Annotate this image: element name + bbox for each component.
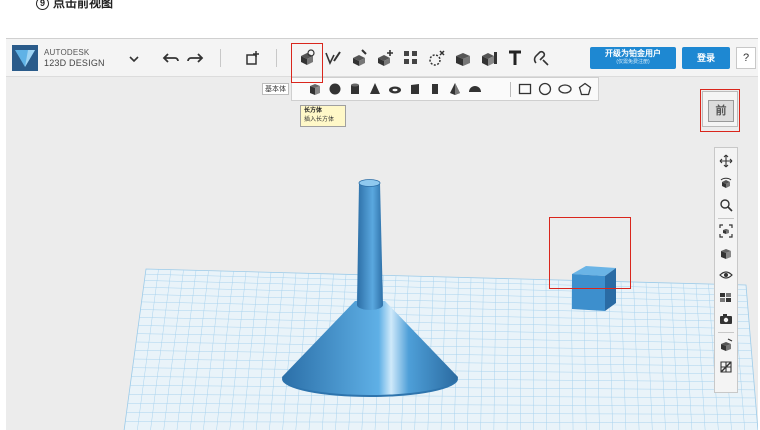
- orbit-icon[interactable]: [719, 176, 733, 190]
- view-cube-front-face[interactable]: 前: [708, 100, 734, 122]
- camera-icon[interactable]: [719, 312, 733, 326]
- toolbar-separator: [220, 49, 221, 67]
- primitives-icon[interactable]: [298, 49, 316, 67]
- main-toolbar: AUTODESK 123D DESIGN 开级为铂金用户 (仅需免费注册) 登录…: [6, 39, 758, 77]
- sketch-icon[interactable]: [324, 49, 342, 67]
- nav-separator: [718, 332, 734, 333]
- app-menu-chevron-icon[interactable]: [128, 53, 140, 65]
- grouping-icon[interactable]: [428, 49, 446, 67]
- help-button[interactable]: ?: [736, 47, 756, 69]
- fit-icon[interactable]: [719, 224, 733, 238]
- materials-icon[interactable]: [719, 290, 733, 304]
- redo-icon[interactable]: [186, 49, 204, 67]
- pattern-icon[interactable]: [402, 49, 420, 67]
- snap-icon[interactable]: [532, 49, 550, 67]
- brand-product: 123D DESIGN: [44, 58, 105, 68]
- snap-grid-icon[interactable]: [719, 338, 733, 352]
- app-brand: AUTODESK 123D DESIGN: [44, 48, 105, 68]
- step-caption: 9 点击前视图: [36, 0, 114, 11]
- login-button[interactable]: 登录: [682, 47, 730, 69]
- upgrade-label: 开级为铂金用户: [605, 49, 661, 58]
- combine-icon[interactable]: [454, 49, 472, 67]
- nav-separator: [718, 218, 734, 219]
- add-sketch-icon[interactable]: [244, 49, 262, 67]
- design-viewport[interactable]: [6, 79, 758, 430]
- brand-company: AUTODESK: [44, 48, 90, 57]
- toolbar-separator: [276, 49, 277, 67]
- view-cube[interactable]: 前: [702, 91, 738, 127]
- home-view-icon[interactable]: [719, 246, 733, 260]
- screenshot: 9 点击前视图 AUTODESK 123D DESIGN 开级为铂金用户 (仅需…: [0, 0, 760, 430]
- text-icon[interactable]: [506, 49, 524, 67]
- undo-icon[interactable]: [162, 49, 180, 67]
- step-text: 点击前视图: [53, 0, 114, 10]
- visibility-eye-icon[interactable]: [719, 268, 733, 282]
- upgrade-button[interactable]: 开级为铂金用户 (仅需免费注册): [590, 47, 676, 69]
- app-window: AUTODESK 123D DESIGN 开级为铂金用户 (仅需免费注册) 登录…: [6, 38, 758, 430]
- measure-icon[interactable]: [480, 49, 498, 67]
- autodesk-logo-icon: [12, 45, 38, 71]
- construct-icon[interactable]: [350, 49, 368, 67]
- navigation-bar: [714, 147, 738, 393]
- upgrade-sublabel: (仅需免费注册): [616, 59, 650, 65]
- workspace-grid: [123, 268, 758, 430]
- step-number: 9: [36, 0, 49, 11]
- modify-icon[interactable]: [376, 49, 394, 67]
- box-model[interactable]: [572, 266, 616, 311]
- pan-icon[interactable]: [719, 154, 733, 168]
- zoom-icon[interactable]: [719, 198, 733, 212]
- grid-toggle-icon[interactable]: [719, 360, 733, 374]
